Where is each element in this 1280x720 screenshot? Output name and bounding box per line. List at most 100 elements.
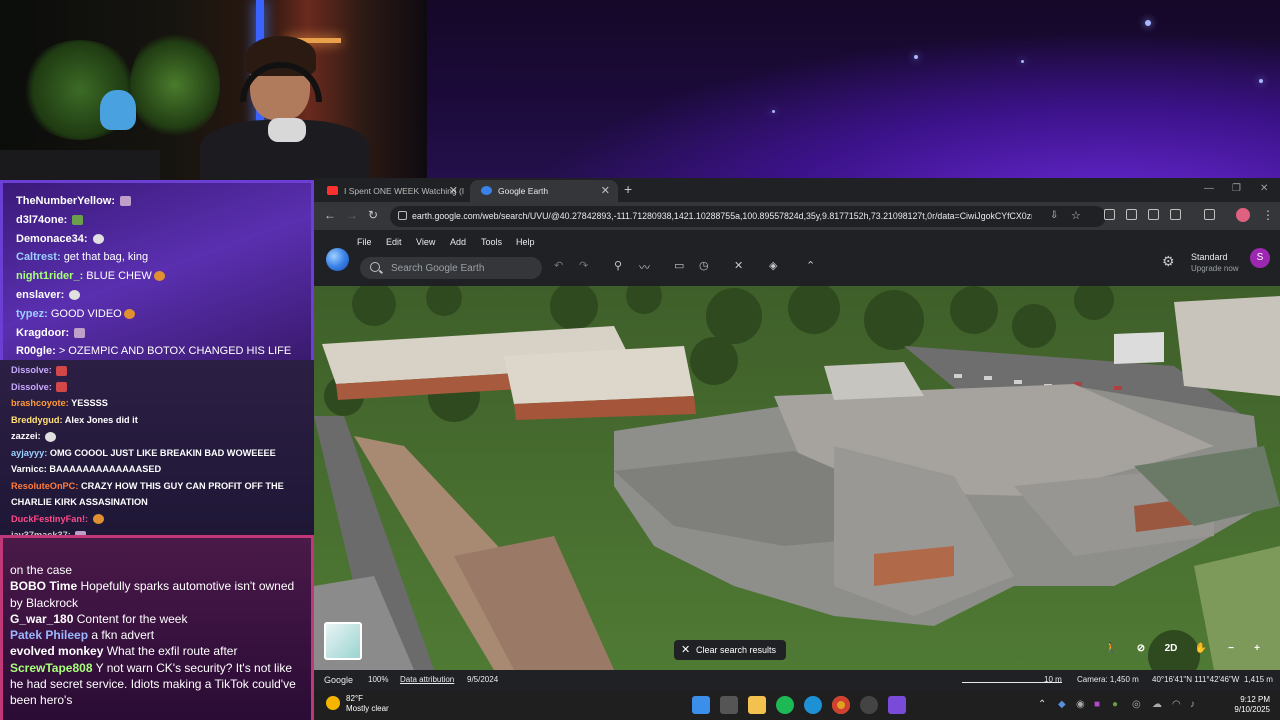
extension-icon[interactable]	[1126, 209, 1137, 220]
tray-icon[interactable]: ☁	[1152, 699, 1162, 710]
back-icon[interactable]: ←	[324, 208, 336, 222]
start-icon[interactable]	[692, 696, 710, 714]
chat-username[interactable]: Dissolve:	[11, 382, 52, 392]
bookmark-star-icon[interactable]: ☆	[1071, 209, 1081, 222]
chat-username[interactable]: typez:	[16, 308, 48, 320]
zoom-in-icon[interactable]: +	[1246, 638, 1268, 660]
search-input[interactable]: Search Google Earth	[360, 257, 542, 279]
edge-icon[interactable]	[804, 696, 822, 714]
maximize-icon[interactable]: ❐	[1232, 183, 1241, 194]
tray-icon[interactable]: ■	[1094, 699, 1100, 710]
profile-avatar[interactable]	[1236, 208, 1250, 222]
menu-file[interactable]: File	[357, 237, 372, 247]
chat-username[interactable]: Patek Phileep	[10, 628, 88, 642]
menu-dots-icon[interactable]: ⋮	[1262, 208, 1274, 222]
data-attribution-link[interactable]: Data attribution	[400, 675, 454, 684]
extension-icon[interactable]	[1104, 209, 1115, 220]
chat-username[interactable]: Demonace34:	[16, 233, 88, 245]
tray-icon[interactable]: ◎	[1132, 699, 1141, 710]
system-clock[interactable]: 9:12 PM 9/10/2025	[1234, 695, 1270, 715]
close-tab-icon[interactable]: ✕	[449, 184, 458, 197]
chat-message: Demonace34:	[6, 230, 314, 249]
redo-icon[interactable]: ↷	[579, 259, 588, 272]
volume-icon[interactable]: ♪	[1190, 699, 1195, 710]
address-bar[interactable]: earth.google.com/web/search/UVU/@40.2784…	[390, 206, 1106, 227]
chat-username[interactable]: TheNumberYellow:	[16, 195, 115, 207]
account-avatar[interactable]: S	[1250, 248, 1270, 268]
reload-icon[interactable]: ↻	[368, 208, 378, 222]
zoom-out-icon[interactable]: −	[1220, 638, 1242, 660]
spotify-icon[interactable]	[776, 696, 794, 714]
chat-message: DuckFestinyFan!:	[3, 511, 311, 528]
measure-icon[interactable]: ▭	[674, 259, 684, 272]
upgrade-link[interactable]: Upgrade now	[1191, 263, 1239, 274]
menu-edit[interactable]: Edit	[386, 237, 402, 247]
chat-username[interactable]: ayjayyy:	[11, 448, 47, 458]
map-3d-view[interactable]: ✕ Clear search results 🚶 ⊘ 2D ✋ − +	[314, 286, 1280, 670]
extensions-puzzle-icon[interactable]	[1170, 209, 1181, 220]
chat-username[interactable]: zazzei:	[11, 431, 41, 441]
chat-username[interactable]: Varnicc:	[11, 464, 47, 474]
chat-text: YESSSS	[71, 398, 108, 408]
globe-preview-thumbnail[interactable]	[324, 622, 362, 660]
minimize-icon[interactable]: —	[1204, 183, 1214, 194]
earth-globe-icon[interactable]	[326, 248, 349, 271]
pegman-icon[interactable]: 🚶	[1100, 638, 1122, 660]
tools-icon[interactable]: ✕	[734, 259, 743, 272]
chat-username[interactable]: night1rider_:	[16, 270, 83, 282]
collapse-icon[interactable]: ⌃	[806, 259, 815, 272]
chat-username[interactable]: Caltrest:	[16, 251, 61, 263]
chat-username[interactable]: BOBO Time	[10, 579, 77, 593]
task-view-icon[interactable]	[720, 696, 738, 714]
app-icon[interactable]	[888, 696, 906, 714]
path-icon[interactable]: 〰	[639, 259, 650, 275]
chat-username[interactable]: Kragdoor:	[16, 327, 69, 339]
chat-username[interactable]: ScrewTape808	[10, 661, 93, 675]
pan-hand-icon[interactable]: ✋	[1190, 638, 1212, 660]
chat-username[interactable]: Breddygud:	[11, 415, 63, 425]
sidebar-icon[interactable]	[1204, 209, 1215, 220]
close-window-icon[interactable]: ✕	[1260, 183, 1268, 194]
wifi-icon[interactable]: ◠	[1172, 699, 1181, 710]
browser-window: I Spent ONE WEEK Watching (I ✕ Google Ea…	[314, 178, 1280, 690]
forward-icon[interactable]: →	[346, 208, 358, 222]
view-mode-toggle[interactable]: 2D	[1160, 638, 1182, 660]
chat-username[interactable]: Dissolve:	[11, 365, 52, 375]
weather-widget[interactable]: 82°F Mostly clear	[326, 694, 389, 714]
clear-search-button[interactable]: ✕ Clear search results	[674, 640, 787, 660]
site-info-icon[interactable]	[398, 211, 407, 220]
menu-help[interactable]: Help	[516, 237, 535, 247]
tray-icon[interactable]: ◉	[1076, 699, 1085, 710]
file-explorer-icon[interactable]	[748, 696, 766, 714]
install-app-icon[interactable]: ⇩	[1050, 210, 1058, 221]
tray-icon[interactable]: ◆	[1058, 699, 1066, 710]
compass-icon[interactable]: ⊘	[1130, 638, 1152, 660]
close-tab-icon[interactable]: ✕	[601, 184, 610, 197]
undo-icon[interactable]: ↶	[554, 259, 563, 272]
new-tab-icon[interactable]: +	[624, 181, 632, 197]
chat-username[interactable]: G_war_180	[10, 612, 73, 626]
menu-add[interactable]: Add	[450, 237, 466, 247]
chat-username[interactable]: R00gle:	[16, 345, 56, 357]
extension-icon[interactable]	[1148, 209, 1159, 220]
chrome-icon[interactable]	[832, 696, 850, 714]
chat-username[interactable]: DuckFestinyFan!:	[11, 514, 88, 524]
google-logo: Google	[324, 675, 354, 685]
tray-chevron-icon[interactable]: ⌃	[1038, 699, 1046, 710]
history-icon[interactable]: ◷	[699, 259, 709, 272]
chat-username[interactable]: enslaver:	[16, 289, 64, 301]
settings-gear-icon[interactable]: ⚙	[1162, 253, 1175, 270]
layers-icon[interactable]: ◈	[769, 259, 777, 272]
chat-username[interactable]: brashcoyote:	[11, 398, 69, 408]
plan-info[interactable]: Standard Upgrade now	[1191, 252, 1239, 274]
menu-view[interactable]: View	[416, 237, 435, 247]
obs-icon[interactable]	[860, 696, 878, 714]
tab-youtube[interactable]: I Spent ONE WEEK Watching (I ✕	[316, 180, 466, 202]
tray-icon[interactable]: ●	[1112, 699, 1118, 710]
chat-username[interactable]: ResoluteOnPC:	[11, 481, 78, 491]
menu-tools[interactable]: Tools	[481, 237, 502, 247]
chat-username[interactable]: d3l74one:	[16, 214, 67, 226]
tab-google-earth[interactable]: Google Earth ✕	[470, 180, 618, 202]
placemark-icon[interactable]: ⚲	[614, 259, 622, 272]
chat-username[interactable]: evolved monkey	[10, 644, 103, 658]
